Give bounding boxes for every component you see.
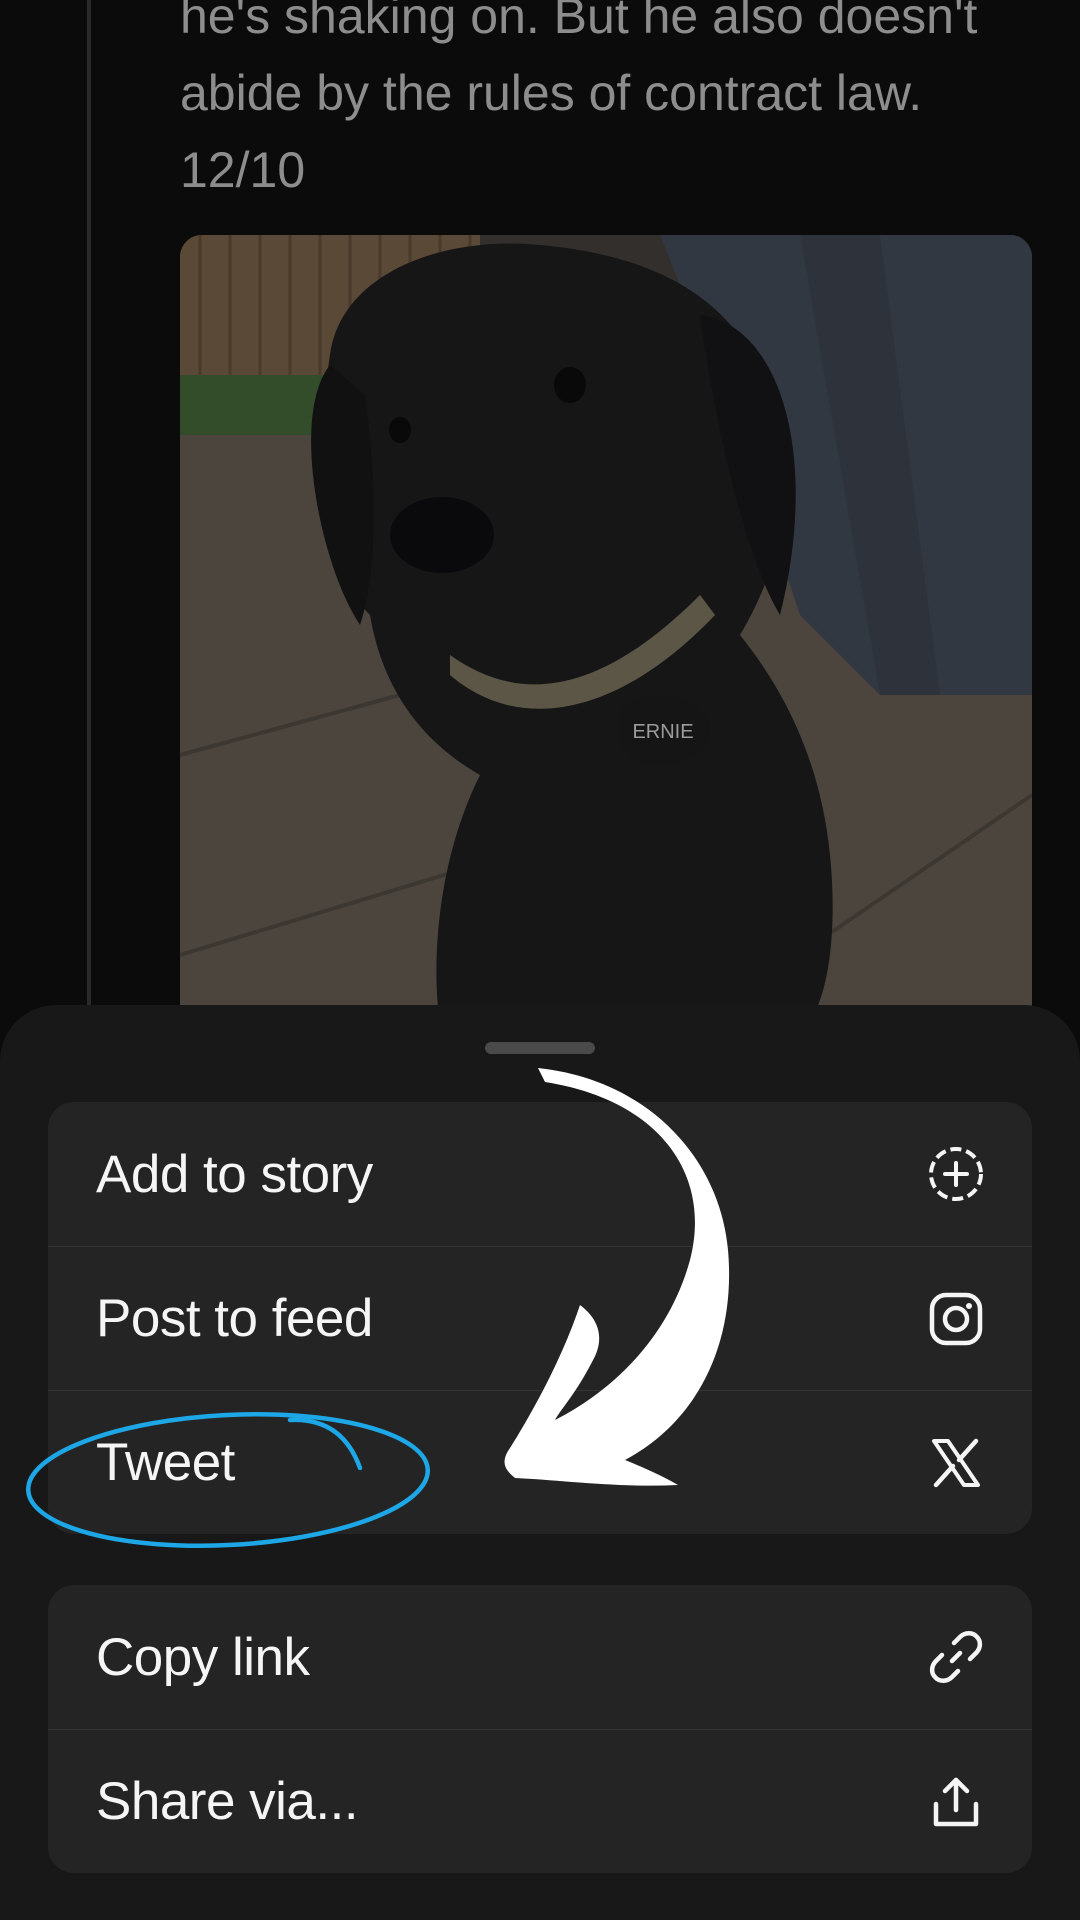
share-via-option[interactable]: Share via... <box>48 1729 1032 1873</box>
puppy-photo: ERNIE <box>180 235 1032 1025</box>
post-text-line-1: he's shaking on. But he also doesn't <box>180 0 978 44</box>
add-to-story-option[interactable]: Add to story <box>48 1102 1032 1246</box>
share-via-label: Share via... <box>96 1772 359 1831</box>
tweet-label: Tweet <box>96 1433 235 1492</box>
post-text-line-2: abide by the rules of contract law. <box>180 65 923 121</box>
post-to-feed-option[interactable]: Post to feed <box>48 1246 1032 1390</box>
post-image[interactable]: ERNIE <box>180 235 1032 1025</box>
tweet-option[interactable]: Tweet <box>48 1390 1032 1534</box>
post-text-line-3: 12/10 <box>180 142 306 198</box>
x-logo-icon <box>924 1431 988 1495</box>
post-text: he's shaking on. But he also doesn't abid… <box>180 0 1040 209</box>
share-options-group-primary: Add to story Post to feed Tweet <box>48 1102 1032 1534</box>
add-to-story-label: Add to story <box>96 1144 373 1204</box>
thread-line <box>87 0 91 1010</box>
copy-link-option[interactable]: Copy link <box>48 1585 1032 1729</box>
link-icon <box>924 1625 988 1689</box>
sheet-grabber-handle[interactable] <box>485 1042 595 1054</box>
share-icon <box>924 1770 988 1834</box>
copy-link-label: Copy link <box>96 1627 310 1687</box>
add-story-icon <box>924 1142 988 1206</box>
instagram-icon <box>924 1287 988 1351</box>
post-to-feed-label: Post to feed <box>96 1289 373 1348</box>
share-options-group-secondary: Copy link Share via... <box>48 1585 1032 1873</box>
